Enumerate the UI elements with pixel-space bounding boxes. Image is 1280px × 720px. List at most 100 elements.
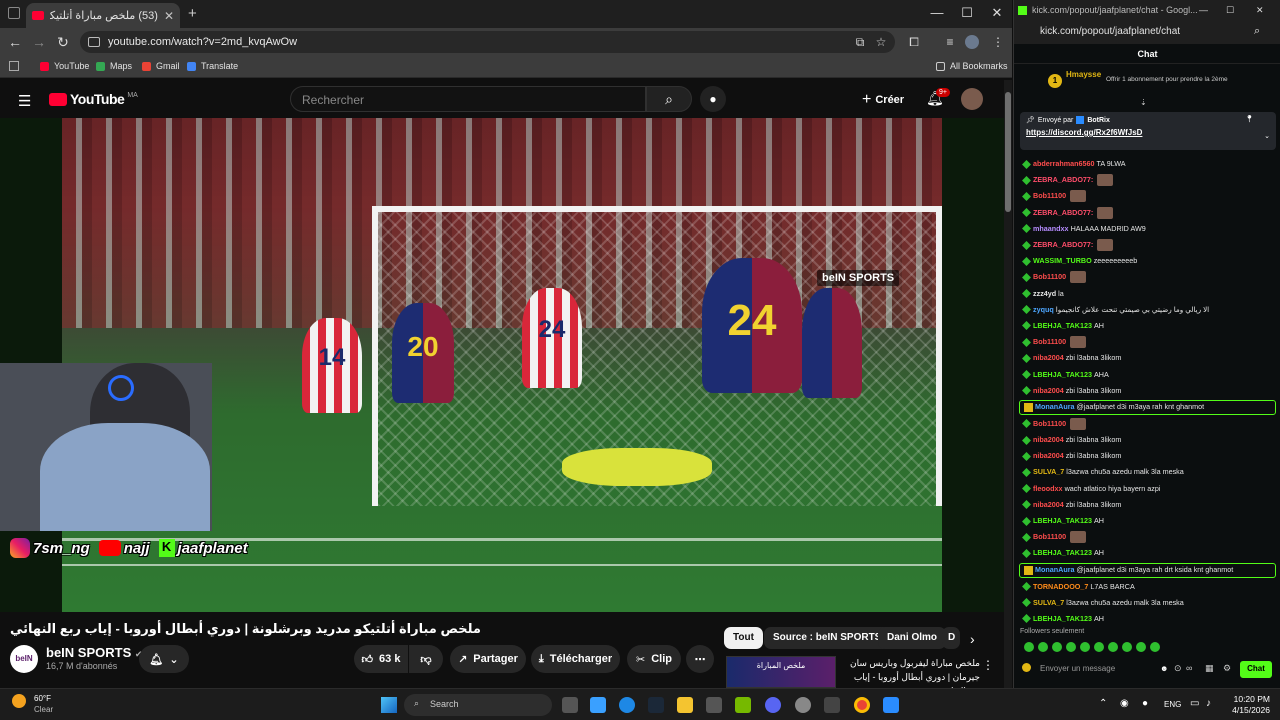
- chip-source[interactable]: Source : beIN SPORTS: [764, 627, 891, 649]
- create-button[interactable]: + Créer: [862, 91, 904, 109]
- chat-message[interactable]: niba2004 zbi l3abna 3likom: [1014, 350, 1280, 366]
- chat-username[interactable]: Bob11100: [1033, 417, 1066, 431]
- chevron-right-icon[interactable]: ›: [970, 631, 975, 647]
- chat-message[interactable]: TORNADOOO_7 L7AS BARCA: [1014, 579, 1280, 595]
- emote-icon[interactable]: [1136, 642, 1146, 652]
- share-button[interactable]: ↗ Partager: [450, 645, 526, 673]
- chip-dani-olmo[interactable]: Dani Olmo: [878, 627, 947, 649]
- chat-message[interactable]: LBEHJA_TAK123 AH: [1014, 513, 1280, 529]
- emote-icon[interactable]: [1080, 642, 1090, 652]
- emote-icon[interactable]: [1094, 642, 1104, 652]
- chat-username[interactable]: WASSIM_TURBO: [1033, 254, 1092, 268]
- pinned-link[interactable]: https://discord.gg/Rx2f6WfJsD: [1026, 128, 1270, 137]
- volume-icon[interactable]: ♪: [1206, 698, 1211, 709]
- user-avatar-icon[interactable]: [1022, 663, 1031, 672]
- chat-message[interactable]: Bob11100: [1014, 416, 1280, 432]
- emote-icon[interactable]: [1122, 642, 1132, 652]
- chat-username[interactable]: ZEBRA_ABDO77:: [1033, 238, 1093, 252]
- tab-youtube[interactable]: (53) ملخص مباراة أتلتيكو مدريد ✕: [26, 3, 180, 28]
- chat-message[interactable]: MonanAura @jaafplanet d3i m3aya rah knt g…: [1019, 399, 1276, 415]
- bookmark-maps[interactable]: Maps: [96, 61, 132, 71]
- nvidia-icon[interactable]: [735, 697, 751, 713]
- more-actions-button[interactable]: ⋯: [686, 645, 714, 673]
- search-icon[interactable]: ⌕: [1254, 25, 1260, 38]
- chat-message[interactable]: LBEHJA_TAK123 AH: [1014, 611, 1280, 624]
- chat-message[interactable]: Bob11100: [1014, 188, 1280, 204]
- file-explorer-icon[interactable]: [677, 697, 693, 713]
- maximize-icon[interactable]: ☐: [952, 5, 982, 21]
- chat-username[interactable]: SULVA_7: [1033, 465, 1064, 479]
- chip-all[interactable]: Tout: [724, 627, 763, 649]
- channel-avatar[interactable]: beIN: [10, 645, 38, 673]
- chat-message[interactable]: LBEHJA_TAK123 AH: [1014, 318, 1280, 334]
- search-icon[interactable]: ⌕: [646, 86, 692, 112]
- chat-username[interactable]: LBEHJA_TAK123: [1033, 514, 1092, 528]
- chat-username[interactable]: Bob11100: [1033, 189, 1066, 203]
- minimize-icon[interactable]: —: [922, 5, 952, 20]
- dislike-button[interactable]: 👎︎: [409, 645, 443, 673]
- expand-icon[interactable]: ⌄: [1264, 132, 1270, 140]
- chat-username[interactable]: niba2004: [1033, 449, 1064, 463]
- address-bar[interactable]: youtube.com/watch?v=2md_kvqAwOw: [80, 31, 895, 53]
- windows-start-icon[interactable]: [381, 697, 397, 713]
- capcut-icon[interactable]: [824, 697, 840, 713]
- chip-more[interactable]: D: [942, 627, 960, 649]
- bookmark-gmail[interactable]: Gmail: [142, 61, 180, 71]
- video-player[interactable]: 14 20 24 24 beIN SPORTS 7sm_ng najj K ja…: [0, 118, 1004, 612]
- language-indicator[interactable]: ENG: [1164, 700, 1181, 709]
- calendar-icon[interactable]: ▦: [1205, 663, 1214, 674]
- taskbar-search[interactable]: ⌕ Search: [404, 694, 552, 716]
- send-chat-button[interactable]: Chat: [1240, 661, 1272, 678]
- close-window-icon[interactable]: ✕: [1256, 5, 1264, 16]
- tab-actions-icon[interactable]: [8, 7, 20, 19]
- chat-username[interactable]: ZEBRA_ABDO77:: [1033, 173, 1093, 187]
- download-button[interactable]: ⤓ Télécharger: [531, 645, 620, 673]
- minimize-icon[interactable]: —: [1199, 5, 1208, 15]
- recommended-thumbnail[interactable]: ملخص المباراة: [726, 656, 836, 688]
- youtube-logo[interactable]: YouTube MA: [49, 91, 138, 107]
- obs-icon[interactable]: [795, 697, 811, 713]
- subscribed-bell-button[interactable]: 🔔︎ ⌄: [139, 645, 189, 673]
- tray-app-icon[interactable]: ◉: [1120, 698, 1129, 709]
- chat-username[interactable]: Bob11100: [1033, 335, 1066, 349]
- chat-message[interactable]: SULVA_7 l3azwa chu5a azedu malk 3la meska: [1014, 595, 1280, 611]
- emote-icon[interactable]: [1108, 642, 1118, 652]
- reading-list-icon[interactable]: ≡: [942, 35, 958, 49]
- emote-icon[interactable]: [1150, 642, 1160, 652]
- like-button[interactable]: 👍︎ 63 k: [354, 645, 408, 673]
- profile-avatar-icon[interactable]: [965, 35, 979, 49]
- chat-message[interactable]: SULVA_7 l3azwa chu5a azedu malk 3la meska: [1014, 464, 1280, 480]
- photo-app-icon[interactable]: [883, 697, 899, 713]
- close-window-icon[interactable]: ✕: [982, 5, 1012, 21]
- bookmark-translate[interactable]: Translate: [187, 61, 238, 71]
- chat-message[interactable]: LBEHJA_TAK123 AH: [1014, 545, 1280, 561]
- chat-username[interactable]: fleoodxx: [1033, 482, 1063, 496]
- chat-message[interactable]: MonanAura @jaafplanet d3i m3aya rah drt k…: [1019, 562, 1276, 578]
- chat-message[interactable]: ZEBRA_ABDO77:: [1014, 237, 1280, 253]
- chat-message[interactable]: Bob11100: [1014, 269, 1280, 285]
- chat-message[interactable]: ZEBRA_ABDO77:: [1014, 205, 1280, 221]
- channel-name[interactable]: beIN SPORTS ✔: [46, 645, 142, 660]
- store-icon[interactable]: [706, 697, 722, 713]
- scrollbar-thumb[interactable]: [1005, 92, 1011, 212]
- chat-username[interactable]: niba2004: [1033, 351, 1064, 365]
- menu-kebab-icon[interactable]: ⋮: [990, 35, 1006, 49]
- unpin-icon[interactable]: 📍︎: [1245, 115, 1254, 123]
- chat-input[interactable]: Envoyer un message: [1034, 660, 1174, 678]
- new-tab-icon[interactable]: +: [188, 5, 197, 22]
- emote-icon[interactable]: [1024, 642, 1034, 652]
- steam-icon[interactable]: [648, 697, 664, 713]
- chat-username[interactable]: LBEHJA_TAK123: [1033, 319, 1092, 333]
- bookmark-star-icon[interactable]: ☆: [873, 35, 889, 49]
- reload-icon[interactable]: ↻: [54, 34, 72, 51]
- chat-message[interactable]: niba2004 zbi l3abna 3likom: [1014, 448, 1280, 464]
- settings-gear-icon[interactable]: ⚙: [1223, 663, 1231, 674]
- cast-icon[interactable]: ⧉: [852, 35, 868, 50]
- chat-username[interactable]: LBEHJA_TAK123: [1033, 368, 1092, 382]
- maximize-icon[interactable]: ☐: [1226, 5, 1234, 16]
- chat-message[interactable]: niba2004 zbi l3abna 3likom: [1014, 432, 1280, 448]
- chat-username[interactable]: ZEBRA_ABDO77:: [1033, 206, 1093, 220]
- chat-tools-icon[interactable]: ⊙: [1174, 663, 1182, 674]
- chat-message[interactable]: zyquq الا ريالي وما رضيتي بي صيمتي تنحت ع…: [1014, 302, 1280, 318]
- chat-username[interactable]: Bob11100: [1033, 270, 1066, 284]
